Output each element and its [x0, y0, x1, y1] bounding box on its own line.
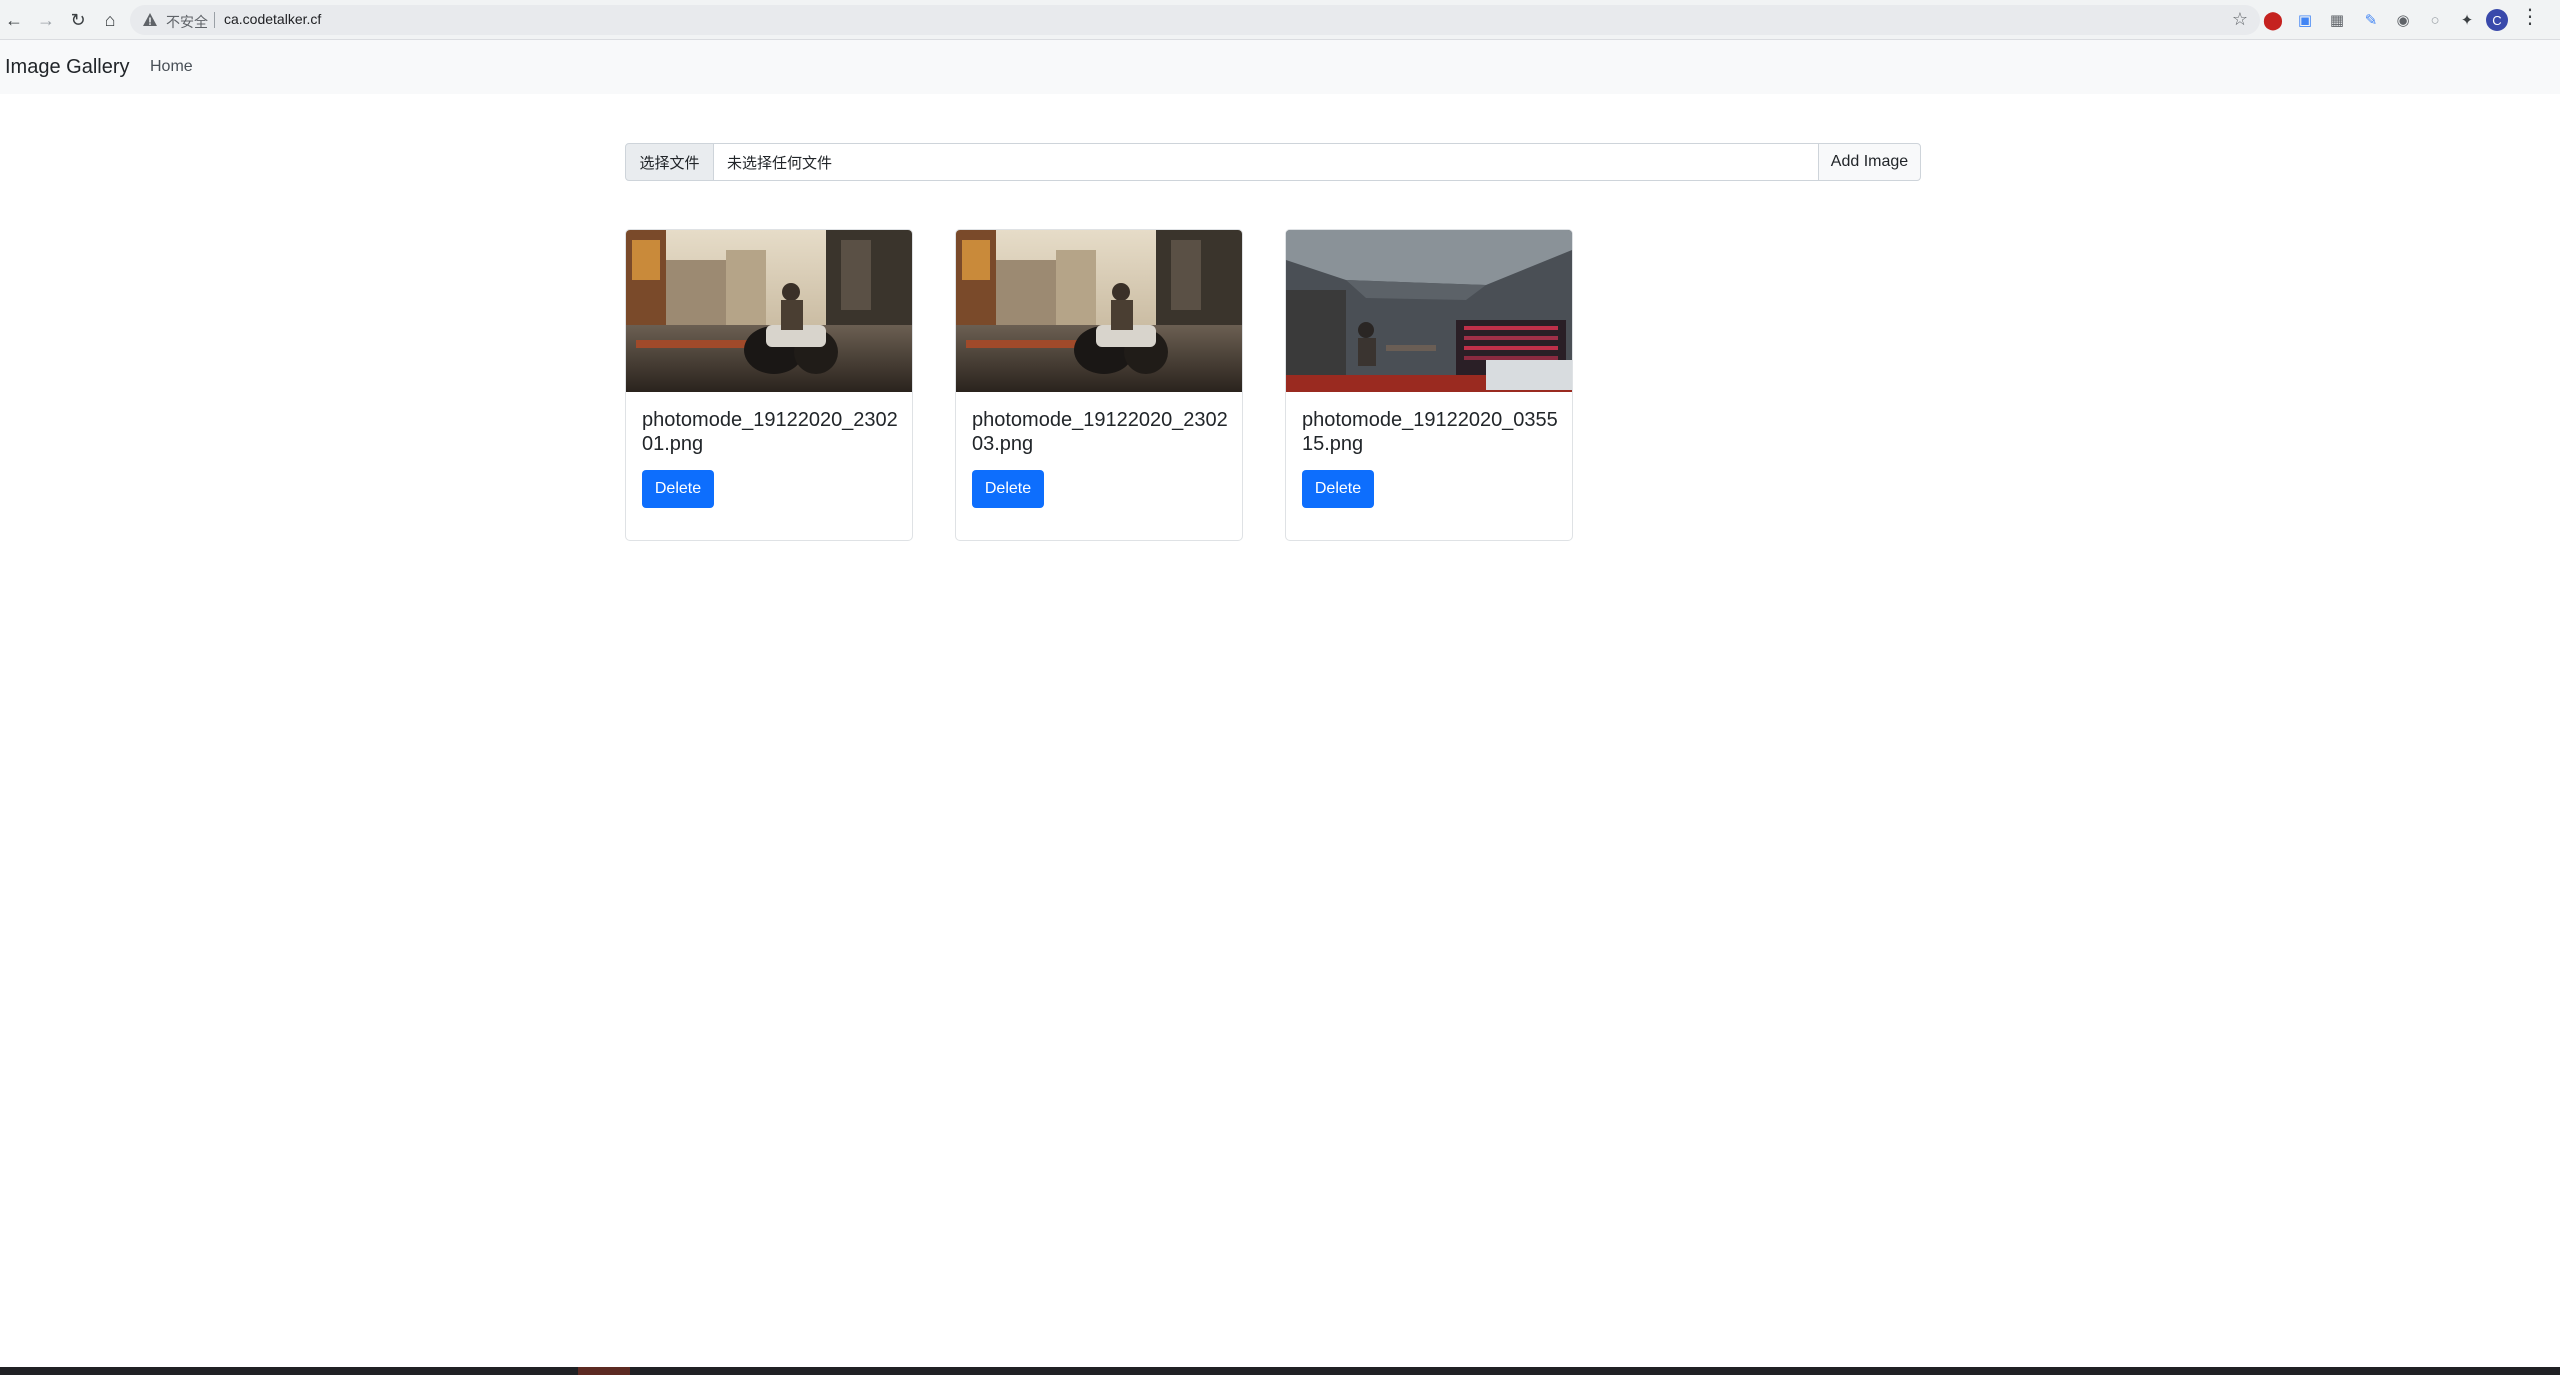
- file-name-display[interactable]: 未选择任何文件: [714, 143, 1818, 181]
- lock-extension-icon[interactable]: ▣: [2294, 9, 2316, 31]
- home-icon[interactable]: ⌂: [98, 8, 122, 32]
- card-image: [626, 230, 912, 392]
- delete-button[interactable]: Delete: [972, 470, 1044, 508]
- back-icon[interactable]: ←: [2, 8, 26, 32]
- profile-avatar[interactable]: C: [2486, 9, 2508, 31]
- browser-toolbar: ← → ↻ ⌂ 不安全 ca.codetalker.cf ☆ ⬤ ▣ ▦ ✎ ◉…: [0, 0, 2560, 40]
- image-card: photomode_19122020_230201.png Delete: [625, 229, 913, 541]
- card-filename: photomode_19122020_230203.png: [972, 409, 1228, 455]
- puzzle-icon[interactable]: ✦: [2456, 9, 2478, 31]
- translate-extension-icon[interactable]: ▦: [2326, 9, 2348, 31]
- image-card: photomode_19122020_035515.png Delete: [1285, 229, 1573, 541]
- card-image: [956, 230, 1242, 392]
- navbar-brand[interactable]: Image Gallery: [5, 56, 130, 79]
- omnibox-divider: [214, 12, 215, 28]
- pen-extension-icon[interactable]: ✎: [2360, 9, 2382, 31]
- choose-file-button[interactable]: 选择文件: [625, 143, 714, 181]
- card-filename: photomode_19122020_230201.png: [642, 409, 898, 455]
- camera-extension-icon[interactable]: ◉: [2392, 9, 2414, 31]
- card-image: [1286, 230, 1572, 392]
- card-filename: photomode_19122020_035515.png: [1302, 409, 1558, 455]
- security-label: 不安全: [166, 15, 208, 31]
- image-card: photomode_19122020_230203.png Delete: [955, 229, 1243, 541]
- adblock-extension-icon[interactable]: ⬤: [2262, 9, 2284, 31]
- add-image-button[interactable]: Add Image: [1818, 143, 1921, 181]
- reload-icon[interactable]: ↻: [66, 8, 90, 32]
- warning-icon: [143, 13, 157, 26]
- upload-form: 选择文件 未选择任何文件 Add Image: [625, 143, 1921, 181]
- delete-button[interactable]: Delete: [1302, 470, 1374, 508]
- taskbar-accent: [578, 1367, 630, 1375]
- address-bar[interactable]: 不安全 ca.codetalker.cf ☆: [130, 5, 2260, 35]
- star-icon[interactable]: ☆: [2232, 10, 2248, 28]
- forward-icon[interactable]: →: [34, 8, 58, 32]
- nav-link-home[interactable]: Home: [150, 58, 193, 76]
- menu-icon[interactable]: ⋮: [2520, 7, 2540, 27]
- navbar: Image Gallery Home: [0, 40, 2560, 94]
- taskbar-strip: [0, 1367, 2560, 1375]
- delete-button[interactable]: Delete: [642, 470, 714, 508]
- url-text[interactable]: ca.codetalker.cf: [224, 11, 321, 27]
- circle-extension-icon[interactable]: ○: [2424, 9, 2446, 31]
